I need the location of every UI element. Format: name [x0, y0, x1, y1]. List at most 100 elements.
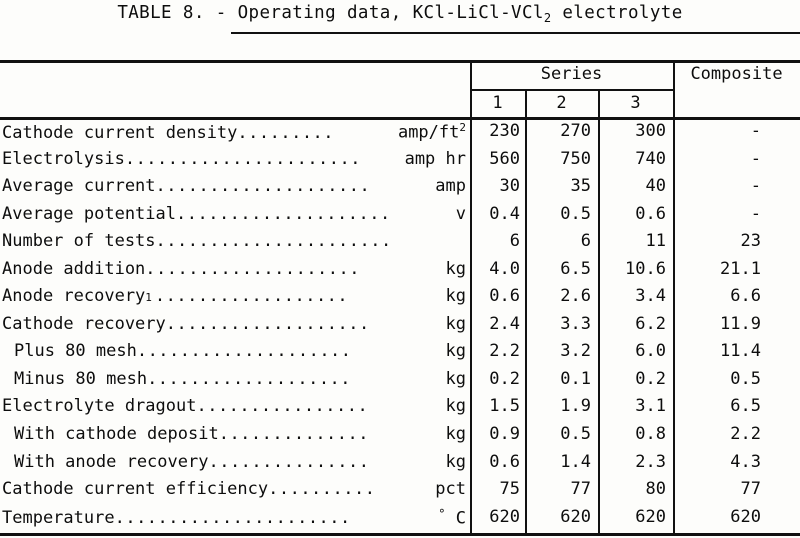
leader-dots: ....................	[176, 203, 391, 224]
table-row: Cathode recovery................... kg 2.4…	[0, 312, 800, 340]
row-unit-text: kg	[445, 396, 466, 417]
cell-composite: 620	[730, 506, 761, 527]
row-unit-text: kg	[445, 286, 466, 307]
page-title: TABLE 8. - Operating data, KCl-LiCl-VCl2…	[0, 3, 800, 25]
table-row: Minus 80 mesh................... kg 0.2 0.1…	[0, 367, 800, 395]
leader-dots: ....................	[155, 176, 371, 197]
column-header-series-3: 3	[630, 93, 641, 113]
table-body: Cathode current density......... amp/ft2 2…	[0, 119, 800, 532]
cell-series-3: 3.4	[635, 286, 666, 307]
leader-dots: ...............	[208, 451, 370, 472]
leader-dots: ....................	[136, 341, 352, 362]
leader-dots: ...................	[165, 313, 370, 334]
cell-series-3: 300	[635, 121, 666, 141]
row-unit-text: v	[455, 203, 466, 224]
row-label-text: Average current	[2, 176, 156, 197]
cell-composite: -	[750, 148, 761, 169]
row-unit: ° C	[437, 507, 466, 528]
row-label: Anode addition.................... kg	[2, 259, 466, 279]
cell-series-3: 6.2	[635, 313, 666, 334]
cell-composite: -	[750, 121, 761, 141]
row-unit: kg	[445, 314, 466, 334]
row-unit: pct	[434, 479, 466, 499]
row-label-text: Electrolysis	[2, 148, 125, 169]
cell-series-2: 3.2	[560, 341, 591, 362]
cell-composite: 11.4	[720, 341, 761, 362]
row-unit: amp hr	[404, 149, 466, 169]
row-label-text: Cathode recovery	[2, 313, 166, 334]
cell-series-2: 77	[570, 479, 591, 500]
row-unit-text: kg	[445, 368, 466, 389]
series-group-rule	[470, 89, 673, 91]
row-unit: kg	[445, 286, 466, 306]
cell-series-2: 1.9	[560, 396, 591, 417]
row-label-text: With cathode deposit	[14, 424, 219, 445]
row-unit-text: kg	[445, 451, 466, 472]
cell-series-1: 230	[489, 121, 520, 141]
title-suffix: electrolyte	[551, 3, 683, 23]
cell-series-3: 3.1	[635, 396, 666, 417]
cell-series-3: 620	[635, 506, 666, 527]
unit-superscript: 2	[459, 121, 466, 134]
row-label-text: Minus 80 mesh	[14, 368, 148, 389]
cell-series-2: 750	[560, 148, 591, 169]
cell-series-1: 620	[489, 506, 520, 527]
cell-composite: 77	[740, 479, 761, 500]
table-row: Cathode current efficiency.......... pct 7…	[0, 477, 800, 505]
table-row: Anode recovery 1.................. kg 0.6 2.…	[0, 284, 800, 312]
leader-dots: ................	[196, 396, 369, 417]
cell-series-2: 270	[560, 121, 591, 141]
table-row: With cathode deposit.............. kg 0.9 0…	[0, 422, 800, 450]
row-label: Average current.................... amp	[2, 176, 466, 196]
cell-series-3: 740	[635, 148, 666, 169]
row-label-text: Cathode current density	[2, 122, 238, 143]
cell-composite: -	[750, 176, 761, 197]
row-unit-text: C	[445, 508, 466, 529]
leader-dots: ..........	[268, 479, 376, 500]
title-prefix: TABLE 8. - Operating data, KCl-LiCl-VCl	[117, 3, 544, 23]
row-unit-text: kg	[445, 258, 466, 279]
cell-composite: 4.3	[730, 451, 761, 472]
table-row: Anode addition.................... kg 4.0 6…	[0, 257, 800, 285]
cell-series-1: 4.0	[489, 258, 520, 279]
footnote-marker: 1	[145, 291, 152, 305]
row-unit: kg	[445, 396, 466, 416]
row-label: With anode recovery............... kg	[14, 452, 466, 472]
cell-composite: 2.2	[730, 424, 761, 445]
cell-series-3: 80	[645, 479, 666, 500]
cell-series-3: 40	[645, 176, 666, 197]
cell-series-1: 1.5	[489, 396, 520, 417]
leader-dots: ....................	[145, 258, 360, 279]
row-label-text: Temperature	[2, 508, 115, 529]
cell-series-2: 620	[560, 506, 591, 527]
cell-series-2: 35	[570, 176, 591, 197]
cell-composite: 0.5	[730, 368, 761, 389]
column-header-series-2: 2	[556, 93, 567, 113]
cell-series-2: 1.4	[560, 451, 591, 472]
table-row: Average current.................... amp 30…	[0, 174, 800, 202]
row-label-text: Plus 80 mesh	[14, 341, 137, 362]
cell-composite: 21.1	[720, 258, 761, 279]
cell-composite: 6.6	[730, 286, 761, 307]
leader-dots: .........	[237, 122, 335, 143]
row-label: Cathode recovery................... kg	[2, 314, 466, 334]
cell-composite: 6.5	[730, 396, 761, 417]
cell-series-2: 0.5	[560, 424, 591, 445]
row-label-text: Average potential	[2, 203, 176, 224]
table-row: Electrolysis...................... amp hr…	[0, 147, 800, 175]
row-label: With cathode deposit.............. kg	[14, 424, 466, 444]
row-unit-text: amp hr	[404, 148, 466, 169]
row-unit-text: kg	[445, 424, 466, 445]
leader-dots: ...................	[147, 368, 352, 389]
row-label-text: Anode recovery	[2, 286, 146, 307]
cell-series-1: 30	[499, 176, 520, 197]
cell-series-1: 0.9	[489, 424, 520, 445]
row-unit: v	[455, 204, 466, 224]
cell-composite: 23	[740, 231, 761, 252]
cell-series-3: 6.0	[635, 341, 666, 362]
cell-series-2: 0.5	[560, 203, 591, 224]
row-unit-text: pct	[435, 479, 466, 500]
row-label-text: Electrolyte dragout	[2, 396, 197, 417]
row-unit-text: kg	[445, 313, 466, 334]
table-row: Electrolyte dragout................ kg 1.5…	[0, 394, 800, 422]
